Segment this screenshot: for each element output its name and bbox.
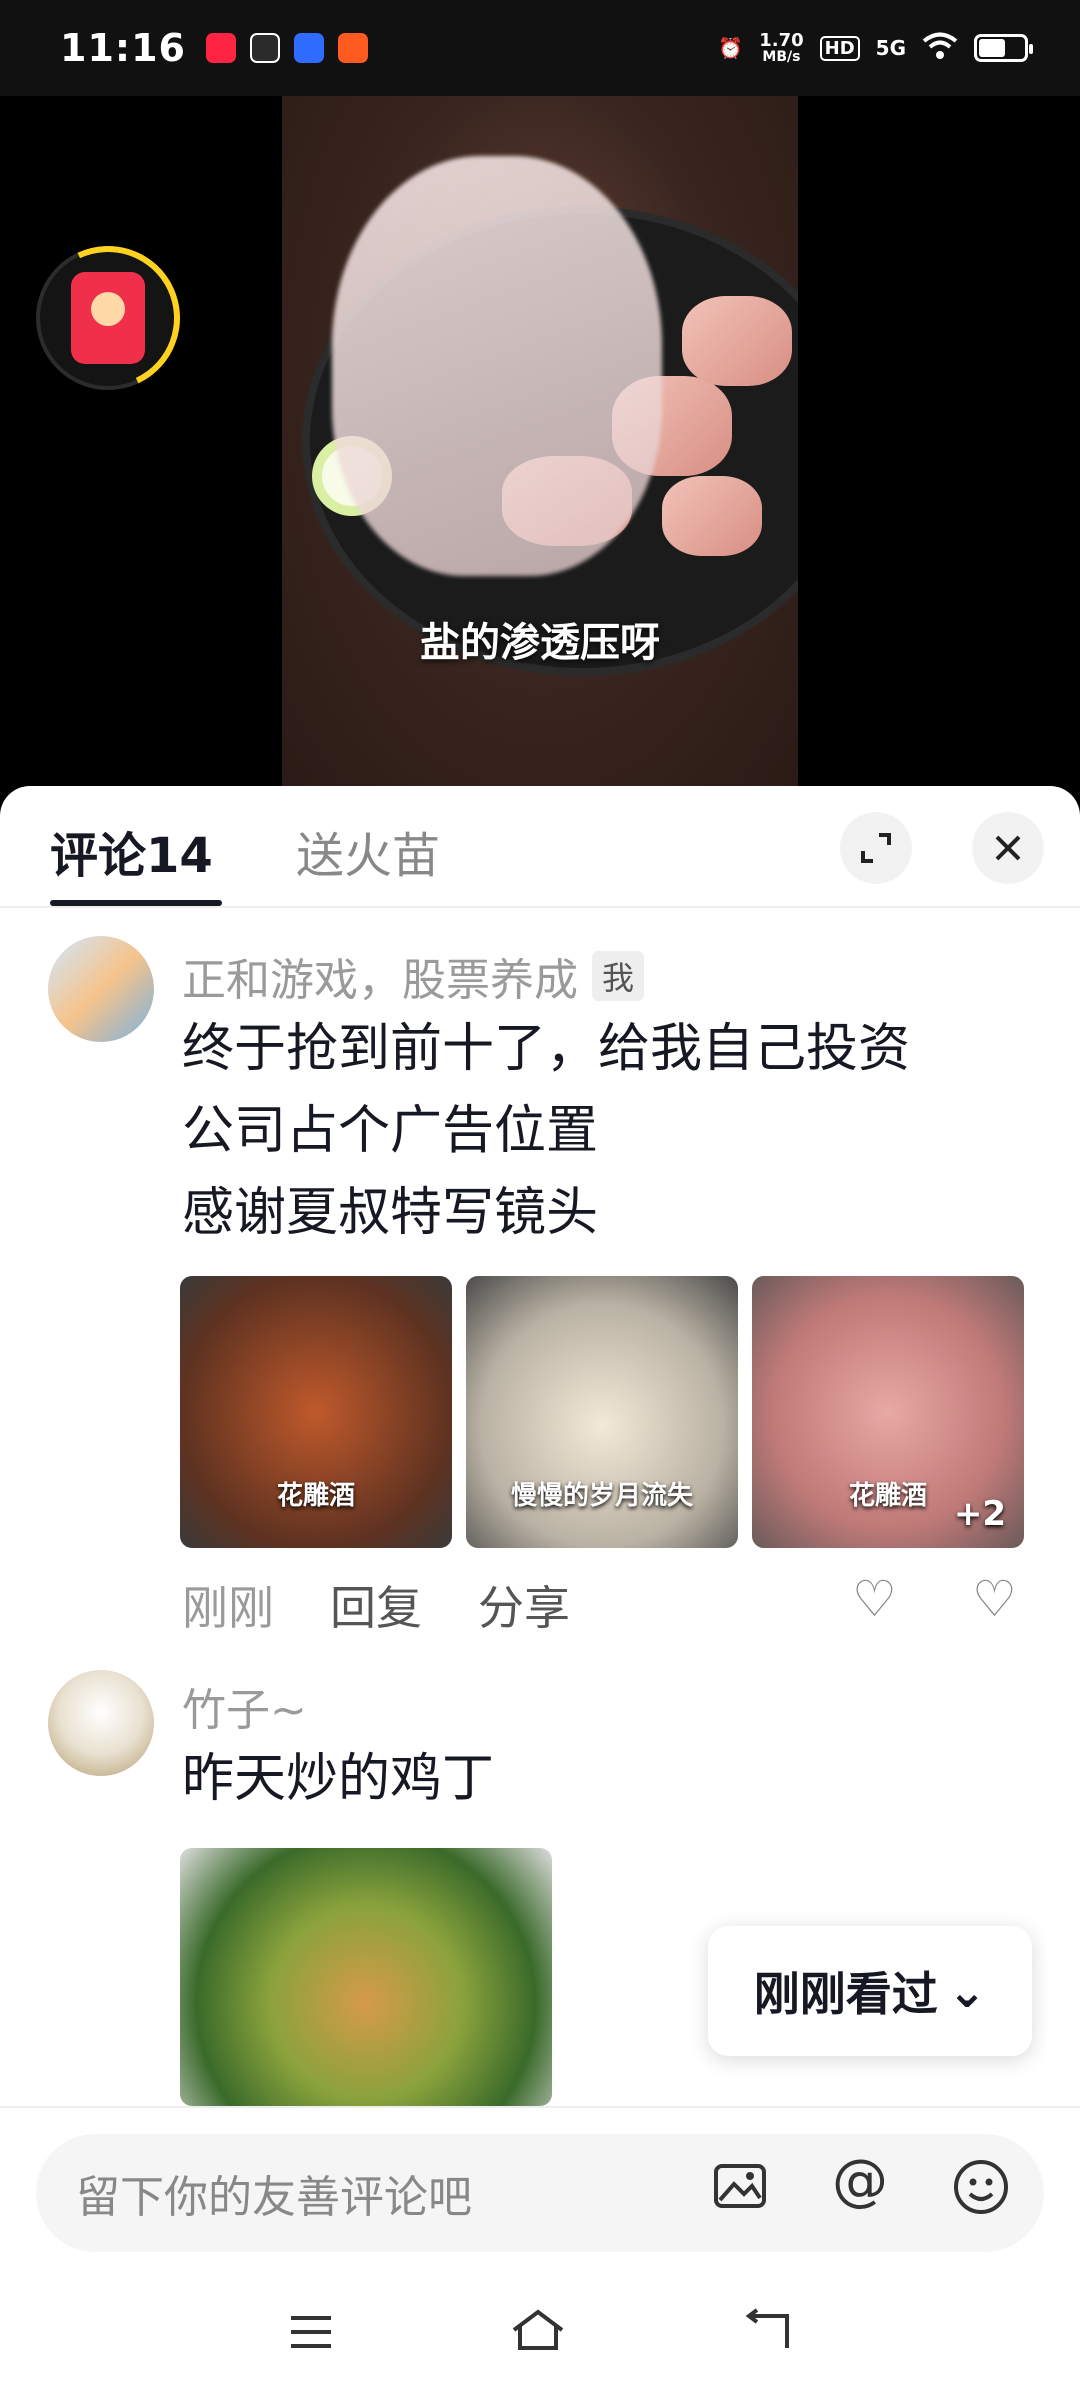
network-speed-value: 1.70 xyxy=(759,30,804,51)
comment-line: 终于抢到前十了，给我自己投资 xyxy=(182,1019,911,1079)
hd-icon: HD xyxy=(819,35,860,61)
xiaohongshu-app-icon xyxy=(205,33,236,63)
video-frame: 盐的渗透压呀 xyxy=(282,96,798,796)
thumbnail-caption: 花雕酒 xyxy=(276,1481,355,1511)
baidu-app-icon xyxy=(293,33,324,63)
gloved-hand-image xyxy=(332,156,662,576)
meat-piece xyxy=(662,476,762,556)
back-icon[interactable] xyxy=(741,2305,793,2365)
close-icon xyxy=(995,835,1021,861)
battery-icon xyxy=(974,34,1033,62)
comment-time: 刚刚 xyxy=(182,1581,274,1635)
comment-input[interactable]: 留下你的友善评论吧 xyxy=(36,2134,1044,2252)
alarm-icon: ⏰ xyxy=(718,36,744,60)
comment-line: 昨天炒的鸡丁 xyxy=(182,1749,495,1809)
recently-viewed-button[interactable]: 刚刚看过 ⌄ xyxy=(708,1926,1032,2056)
status-time: 11:16 xyxy=(60,26,186,70)
image-icon[interactable] xyxy=(712,2158,768,2228)
comment-actions: 刚刚 回复 分享 xyxy=(182,1572,570,1638)
network-speed-unit: MB/s xyxy=(762,49,801,65)
tab-send-flame[interactable]: 送火苗 xyxy=(296,816,440,886)
expand-icon xyxy=(861,833,891,863)
app-icon-2 xyxy=(249,33,280,63)
comment-sheet-header: 评论14 送火苗 xyxy=(0,786,1080,908)
status-bar: 11:16 ⏰ 1.70 MB/s HD 5G xyxy=(0,0,1080,96)
red-packet-button[interactable] xyxy=(15,225,201,411)
tab-indicator xyxy=(50,900,222,906)
status-app-icons xyxy=(205,33,368,63)
meat-piece xyxy=(682,296,792,386)
attachment-thumbnail[interactable]: 花雕酒 +2 xyxy=(752,1276,1024,1548)
signal-icon: 5G xyxy=(875,36,906,60)
comment-username[interactable]: 竹子~ xyxy=(182,1674,307,1738)
comment-username[interactable]: 正和游戏，股票养成 我 xyxy=(182,944,645,1008)
comment-text: 终于抢到前十了，给我自己投资 公司占个广告位置 感谢夏叔特写镜头 xyxy=(182,1008,1042,1254)
comment-text: 昨天炒的鸡丁 xyxy=(182,1738,1042,1820)
tab-comments[interactable]: 评论14 xyxy=(50,816,213,886)
menu-icon[interactable] xyxy=(287,2305,335,2365)
mention-icon[interactable]: @ xyxy=(832,2148,888,2213)
dislike-broken-heart-icon[interactable]: ♡ xyxy=(972,1570,1017,1628)
chevron-down-icon: ⌄ xyxy=(947,1964,987,2018)
recently-viewed-label: 刚刚看过 xyxy=(753,1967,938,2021)
wifi-icon xyxy=(922,32,958,65)
comment-input-placeholder: 留下你的友善评论吧 xyxy=(76,2172,472,2223)
username-text: 正和游戏，股票养成 xyxy=(182,955,578,1006)
comment-line: 公司占个广告位置 xyxy=(182,1101,599,1161)
system-nav-bar xyxy=(0,2270,1080,2400)
video-player[interactable]: 盐的渗透压呀 xyxy=(0,96,1080,796)
share-button[interactable]: 分享 xyxy=(478,1572,570,1638)
video-subtitle: 盐的渗透压呀 xyxy=(420,620,660,666)
avatar[interactable] xyxy=(48,936,154,1042)
more-images-count: +2 xyxy=(953,1494,1006,1534)
expand-button[interactable] xyxy=(840,812,912,884)
comment-input-bar: 留下你的友善评论吧 @ xyxy=(0,2106,1080,2400)
avatar[interactable] xyxy=(48,1670,154,1776)
attachment-thumbnail[interactable]: 慢慢的岁月流失 xyxy=(466,1276,738,1548)
app-icon-4 xyxy=(337,33,368,63)
comment-sheet: 评论14 送火苗 正和游戏，股票养成 我 终于抢到前十了，给我自己投资 公司占个… xyxy=(0,786,1080,2400)
like-heart-icon[interactable]: ♡ xyxy=(852,1570,897,1628)
thumbnail-caption: 慢慢的岁月流失 xyxy=(510,1481,693,1511)
network-speed: 1.70 MB/s xyxy=(759,30,804,65)
attachment-thumbnail[interactable]: 花雕酒 xyxy=(180,1276,452,1548)
status-indicators: ⏰ 1.70 MB/s HD 5G xyxy=(718,30,1033,65)
username-text: 竹子~ xyxy=(182,1685,307,1736)
comment-line: 感谢夏叔特写镜头 xyxy=(182,1183,599,1243)
emoji-icon[interactable] xyxy=(952,2158,1010,2230)
red-envelope-icon xyxy=(71,272,145,364)
me-badge: 我 xyxy=(592,951,645,1001)
comment-attachments: 花雕酒 慢慢的岁月流失 花雕酒 +2 xyxy=(180,1276,1024,1548)
reply-button[interactable]: 回复 xyxy=(330,1572,422,1638)
attachment-thumbnail[interactable] xyxy=(180,1848,552,2106)
close-button[interactable] xyxy=(972,812,1044,884)
home-icon[interactable] xyxy=(510,2305,566,2365)
